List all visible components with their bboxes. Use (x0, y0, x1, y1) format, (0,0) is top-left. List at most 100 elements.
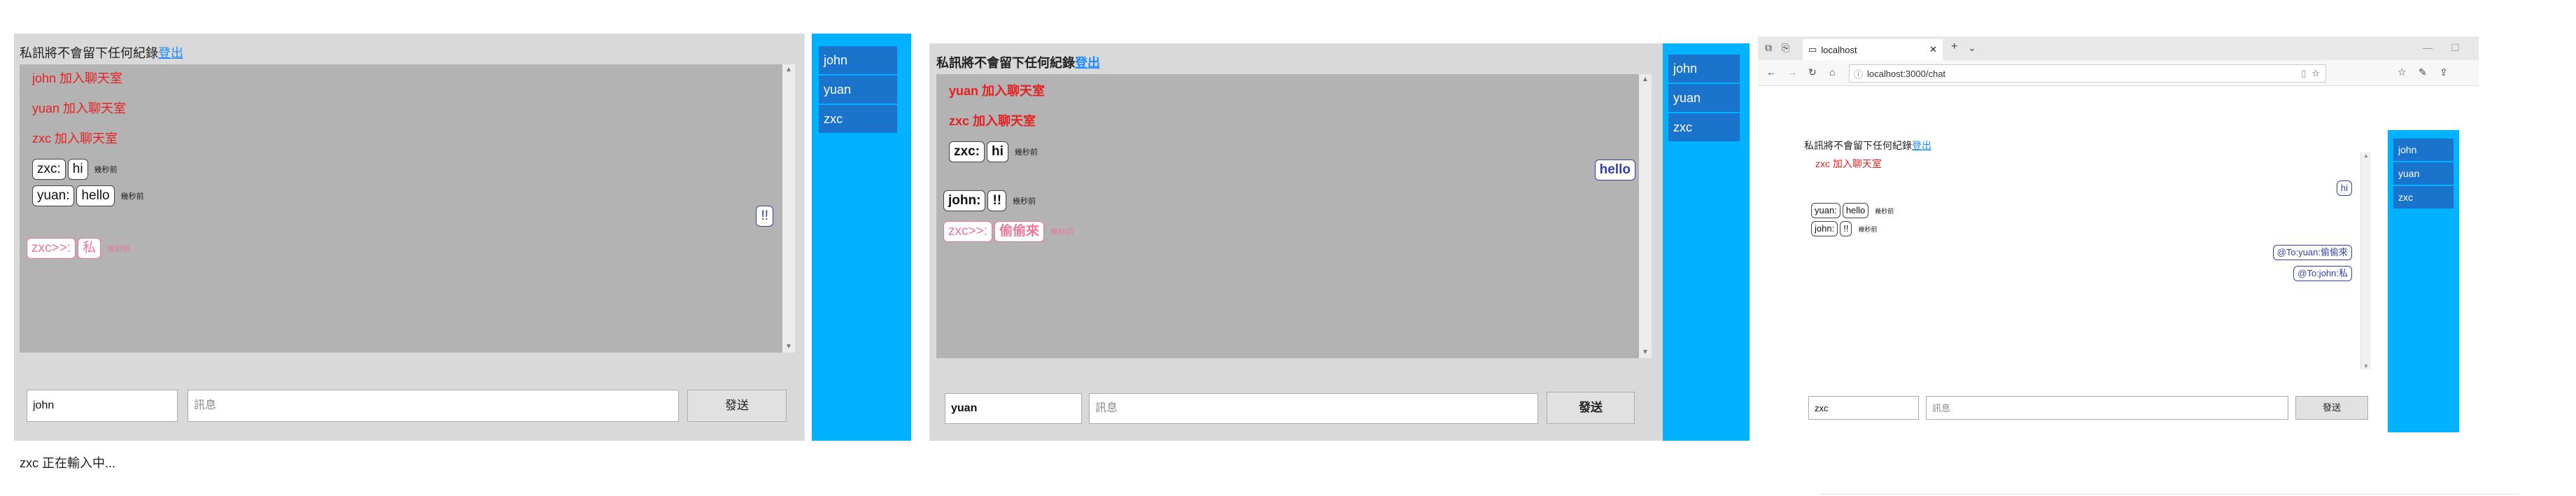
message-row: yuan: hello 幾秒前 (32, 185, 144, 206)
sender-name[interactable]: yuan: (32, 185, 75, 206)
send-button[interactable]: 發送 (687, 390, 787, 422)
system-message: zxc 加入聊天室 (949, 114, 1036, 128)
page-icon: ▭ (1808, 44, 1817, 55)
private-sender[interactable]: zxc>>: (943, 221, 992, 242)
message-input[interactable] (1089, 393, 1538, 424)
user-item[interactable]: john (1668, 55, 1740, 83)
scrollbar[interactable]: ▲ ▼ (782, 64, 795, 353)
name-input[interactable] (945, 393, 1082, 424)
scrollbar[interactable]: ▲ ▼ (1639, 74, 1652, 358)
home-icon[interactable]: ⌂ (1829, 66, 1835, 78)
chat-header-3: 私訊將不會留下任何紀錄登出 (1804, 139, 1931, 153)
minimize-icon[interactable]: — (2423, 42, 2433, 53)
tab-title: localhost (1821, 44, 1857, 55)
scroll-down-icon[interactable]: ▼ (1639, 347, 1652, 358)
privacy-notice: 私訊將不會留下任何紀錄 (936, 56, 1075, 70)
send-button[interactable]: 發送 (2295, 396, 2368, 420)
message-time: 幾秒前 (1858, 225, 1878, 233)
tab-actions-icon[interactable]: ⧉ (1765, 42, 1772, 54)
sender-name[interactable]: zxc: (32, 159, 66, 180)
message-area-3[interactable]: ▲ ▼ zxc 加入聊天室 hi yuan: hello 幾秒前 john: !… (1804, 153, 2371, 369)
user-list-3: john yuan zxc (2388, 130, 2459, 432)
reading-view-icon[interactable]: ▯ (2301, 68, 2306, 79)
message-row: john: !! 幾秒前 (1811, 221, 1877, 236)
user-item[interactable]: yuan (2393, 162, 2454, 185)
scrollbar[interactable]: ▲ ▼ (2360, 153, 2371, 369)
message-area-1[interactable]: ▲ ▼ john 加入聊天室 yuan 加入聊天室 zxc 加入聊天室 zxc:… (20, 64, 795, 353)
favorites-icon[interactable]: ☆ (2398, 66, 2407, 78)
chat-header-1: 私訊將不會留下任何紀錄登出 (20, 43, 183, 62)
user-item[interactable]: yuan (819, 76, 897, 104)
refresh-icon[interactable]: ↻ (1808, 66, 1817, 78)
system-message: zxc 加入聊天室 (32, 132, 118, 146)
message-time: 幾秒前 (1875, 207, 1894, 215)
user-item[interactable]: yuan (1668, 84, 1740, 112)
user-item[interactable]: zxc (1668, 113, 1740, 141)
sent-private-message: @To:john:私 (2293, 266, 2352, 281)
scroll-up-icon[interactable]: ▲ (2361, 153, 2371, 159)
sender-name[interactable]: john: (1811, 221, 1838, 236)
message-text: hello (76, 185, 115, 206)
message-row: zxc: hi 幾秒前 (949, 141, 1045, 162)
user-item[interactable]: john (819, 46, 897, 74)
new-tab-icon[interactable]: + (1951, 41, 1957, 53)
message-time: 幾秒前 (1013, 197, 1036, 206)
user-item[interactable]: zxc (2393, 186, 2454, 208)
sent-private-message: @To:yuan:偷偷來 (2272, 245, 2352, 260)
system-message: yuan 加入聊天室 (32, 101, 127, 115)
message-input[interactable] (1926, 396, 2288, 420)
share-icon[interactable]: ⇪ (2440, 66, 2448, 78)
maximize-icon[interactable]: ☐ (2451, 42, 2460, 54)
privacy-notice: 私訊將不會留下任何紀錄 (1804, 140, 1912, 151)
scroll-down-icon[interactable]: ▼ (782, 341, 795, 353)
user-item[interactable]: zxc (819, 105, 897, 133)
close-tab-icon[interactable]: ✕ (1929, 44, 1937, 55)
tab-list-icon[interactable]: ⌄ (1968, 42, 1976, 54)
scroll-down-icon[interactable]: ▼ (2361, 363, 2371, 369)
private-text: 私 (77, 238, 101, 259)
browser-tab-strip: ⧉ ⎘ ▭ localhost ✕ + ⌄ — ☐ (1758, 36, 2479, 61)
favorite-star-icon[interactable]: ☆ (2311, 68, 2320, 79)
site-info-icon[interactable]: ⓘ (1854, 67, 1863, 80)
forward-icon[interactable]: → (1787, 66, 1797, 78)
private-sender[interactable]: zxc>>: (27, 238, 76, 259)
logout-link[interactable]: 登出 (1075, 56, 1100, 70)
message-text: hello (1842, 203, 1869, 218)
sender-name[interactable]: john: (943, 190, 986, 211)
notes-icon[interactable]: ✎ (2419, 66, 2427, 78)
message-text: !! (987, 190, 1007, 211)
message-text: !! (1840, 221, 1852, 236)
message-row: yuan: hello 幾秒前 (1811, 203, 1894, 218)
private-message-row: zxc>>: 偷偷來 幾秒前 (943, 221, 1074, 242)
url-text: localhost:3000/chat (1867, 68, 1946, 79)
name-input[interactable] (27, 390, 178, 422)
browser-tab[interactable]: ▭ localhost ✕ (1803, 39, 1943, 60)
message-area-2[interactable]: ▲ ▼ yuan 加入聊天室 zxc 加入聊天室 zxc: hi 幾秒前 hel… (936, 74, 1652, 358)
scroll-up-icon[interactable]: ▲ (1639, 74, 1652, 85)
send-button[interactable]: 發送 (1547, 392, 1635, 424)
user-list-1: john yuan zxc (812, 34, 911, 441)
message-input[interactable] (188, 390, 679, 422)
typing-status: zxc 正在輸入中... (20, 456, 116, 470)
system-message: zxc 加入聊天室 (1815, 158, 1882, 169)
message-time: 幾秒前 (1050, 228, 1074, 236)
own-message: hello (1594, 160, 1635, 180)
own-message: hi (2336, 180, 2352, 196)
message-time: 幾秒前 (120, 192, 144, 201)
tabs-aside-icon[interactable]: ⎘ (1782, 42, 1789, 54)
scroll-up-icon[interactable]: ▲ (782, 64, 795, 76)
own-message: !! (756, 206, 773, 227)
sender-name[interactable]: yuan: (1811, 203, 1840, 218)
user-list-2: john yuan zxc (1663, 43, 1750, 441)
private-message-row: zxc>>: 私 幾秒前 (27, 238, 130, 259)
name-input[interactable] (1808, 396, 1919, 420)
sender-name[interactable]: zxc: (949, 141, 985, 162)
system-message: john 加入聊天室 (32, 71, 123, 85)
logout-link[interactable]: 登出 (1912, 140, 1931, 151)
logout-link[interactable]: 登出 (158, 46, 183, 60)
address-bar[interactable]: ⓘ localhost:3000/chat ▯ ☆ (1849, 64, 2326, 83)
private-text: 偷偷來 (994, 221, 1044, 242)
message-row: john: !! 幾秒前 (943, 190, 1036, 211)
user-item[interactable]: john (2393, 139, 2454, 161)
back-icon[interactable]: ← (1766, 66, 1776, 78)
